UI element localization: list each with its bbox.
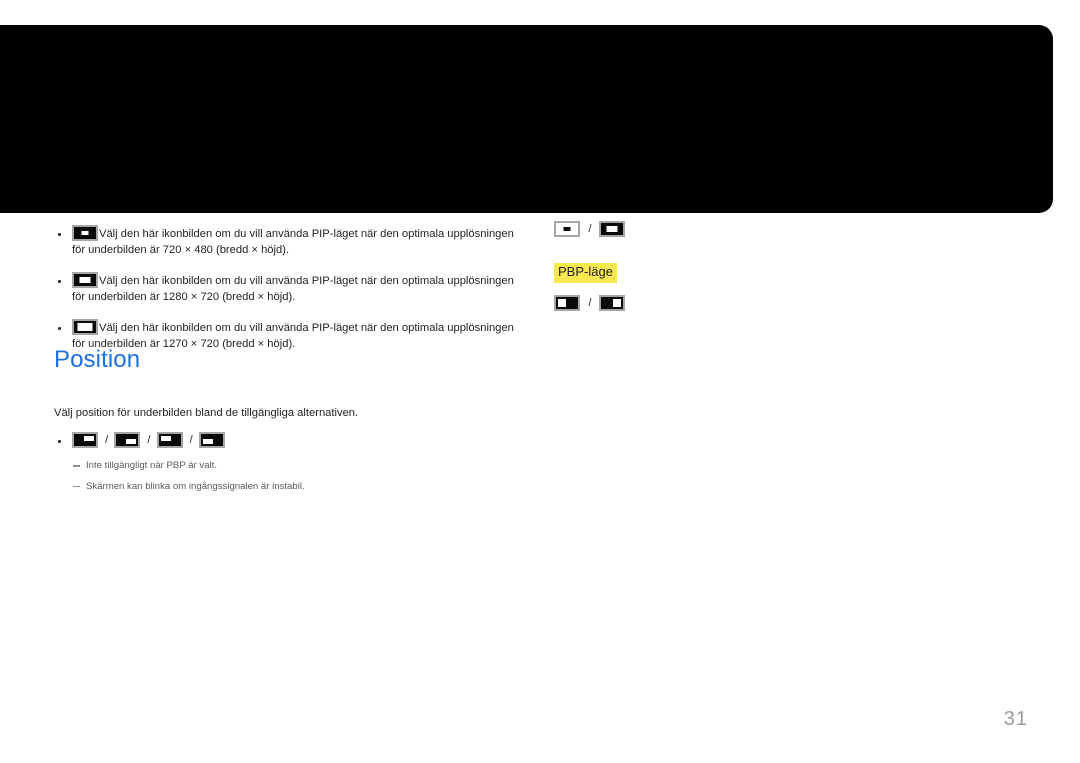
pbp-mode-group: PBP-läge / [554, 263, 1024, 311]
monitor-pip-sub-audio-icon [598, 221, 625, 238]
pbp-mode-icon-row: / [554, 294, 1024, 311]
icon-separator: / [588, 296, 592, 309]
monitor-pip-position-bottom-left-icon [198, 432, 225, 449]
icon-separator: / [588, 223, 592, 236]
position-intro-text: Välj position för underbilden bland de t… [54, 407, 359, 419]
section-title-storlek: Storlek [54, 90, 130, 117]
icon-separator: / [189, 434, 193, 447]
section-storlek: Storlek Välj storlek och bildformat för … [54, 92, 524, 352]
list-item: / / / [54, 432, 524, 450]
section-position: Position Välj position för underbilden b… [54, 348, 524, 497]
page-number: 31 [1003, 708, 1028, 730]
note-item: Inte tillgängligt när PBP är valt. [72, 459, 524, 473]
storlek-intro-text: Välj storlek och bildformat för underbil… [54, 151, 263, 163]
monitor-pbp-left-audio-icon [554, 294, 580, 311]
monitor-pbp-right-audio-icon [598, 294, 625, 311]
section-title-ljudkalla: Ljudkälla [554, 90, 650, 117]
icon-separator: / [147, 434, 151, 447]
monitor-pip-large-icon [72, 318, 98, 335]
list-item-label: Välj den här ikonbilden om du vill använ… [72, 181, 519, 210]
list-item: Välj den här ikonbilden om du vill använ… [54, 178, 524, 212]
icon-separator: / [105, 434, 109, 447]
section-ljudkalla: Ljudkälla Ange vilken skärm du vill höra… [554, 92, 1024, 311]
list-item-label: Välj den här ikonbilden om du vill använ… [72, 228, 514, 256]
monitor-pip-medium-icon [72, 271, 98, 288]
monitor-pip-position-top-left-icon [156, 432, 183, 449]
position-icon-row: / / / [72, 432, 226, 449]
list-item-label: Välj den här ikonbilden om du vill använ… [72, 274, 514, 303]
pip-mode-label: PIP-läge [554, 190, 612, 210]
storlek-bullet-list: Välj den här ikonbilden om du vill använ… [54, 178, 524, 352]
list-item: Välj den här ikonbilden om du vill använ… [54, 271, 524, 306]
manual-page: Storlek Välj storlek och bildformat för … [0, 0, 1080, 763]
monitor-pip-main-audio-icon [554, 221, 580, 238]
monitor-pbp-split-icon [72, 178, 98, 195]
pip-mode-group: PIP-läge / [554, 190, 1024, 238]
monitor-pip-position-bottom-right-icon [114, 432, 141, 449]
pbp-mode-label: PBP-läge [554, 263, 617, 283]
note-item: Skärmen kan blinka om ingångssignalen är… [72, 480, 524, 494]
position-notes: Inte tillgängligt när PBP är valt. Skärm… [54, 459, 524, 494]
position-bullet-list: / / / [54, 432, 524, 450]
monitor-pip-small-icon [72, 225, 98, 242]
pip-mode-icon-row: / [554, 221, 1024, 238]
monitor-pip-position-top-right-icon [72, 432, 98, 449]
section-title-position: Position [54, 346, 141, 373]
ljudkalla-intro-text: Ange vilken skärm du vill höra ljudet fö… [554, 151, 752, 163]
list-item: Välj den här ikonbilden om du vill använ… [54, 225, 524, 259]
